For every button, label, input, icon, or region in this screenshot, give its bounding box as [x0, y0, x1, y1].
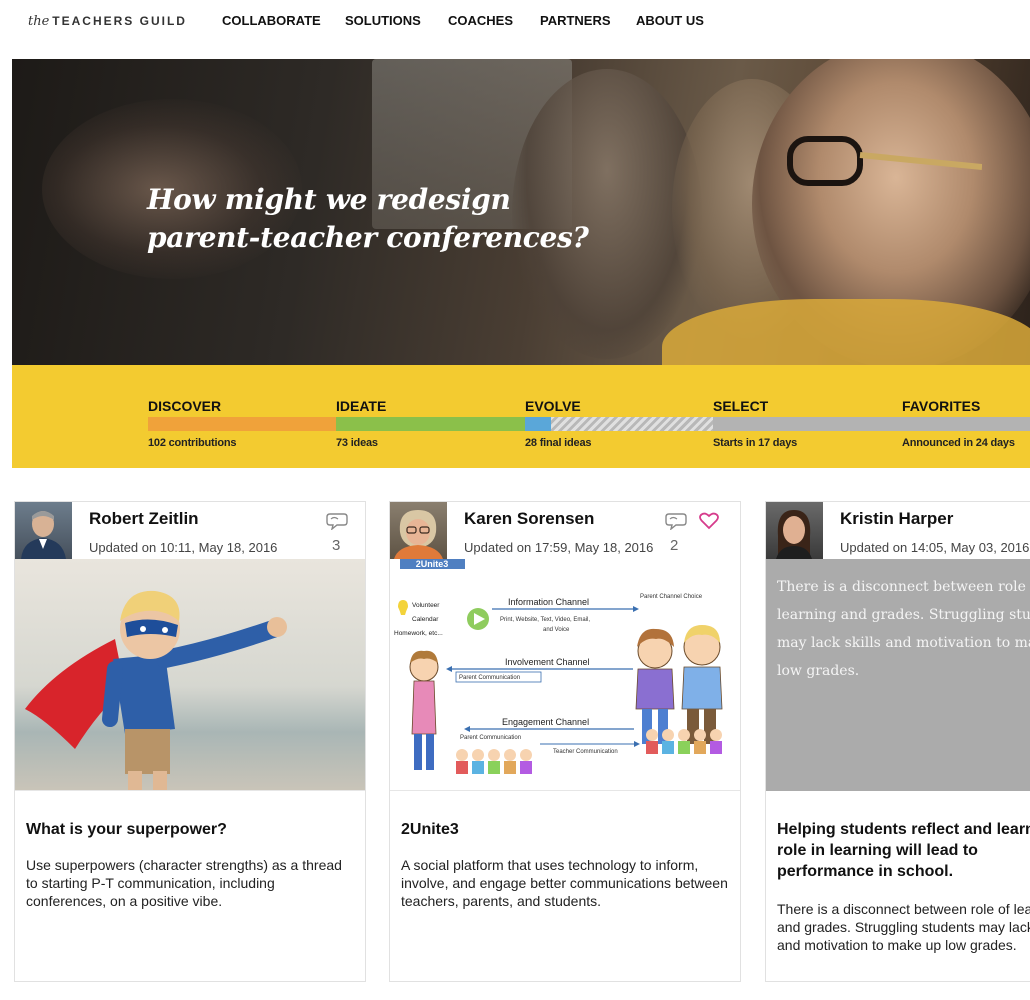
nav-about-us[interactable]: ABOUT US [636, 13, 704, 28]
teacher-figure [409, 650, 439, 770]
phase-favorites-sub: Announced in 24 days [902, 437, 1015, 449]
logo-the: the [28, 14, 50, 29]
nav-collaborate[interactable]: COLLABORATE [222, 13, 321, 28]
preview-text: There is a disconnect between role of le… [777, 579, 1030, 679]
updated-timestamp: Updated on 14:05, May 03, 2016 [840, 540, 1030, 555]
idea-card[interactable]: Kristin Harper Updated on 14:05, May 03,… [765, 501, 1030, 982]
phase-bar-select [713, 417, 902, 431]
phase-bar-favorites [902, 417, 1030, 431]
updated-timestamp: Updated on 17:59, May 18, 2016 [464, 540, 654, 555]
phase-bar-evolve-progress [525, 417, 551, 431]
avatar-portrait-icon [394, 510, 443, 559]
idea-description: A social platform that uses technology t… [401, 857, 728, 909]
parent-choice-label: Parent Channel Choice [640, 594, 703, 600]
phase-discover[interactable]: DISCOVER [148, 398, 221, 414]
glasses-icon [787, 136, 982, 186]
avatar-portrait-icon [776, 510, 812, 559]
hero-title-line2: parent-teacher conferences? [147, 221, 589, 254]
diagram-left-item: Homework, etc... [394, 630, 443, 637]
idea-card[interactable]: Robert Zeitlin Updated on 10:11, May 18,… [14, 501, 366, 982]
phase-select-sub: Starts in 17 days [713, 437, 798, 449]
author-name[interactable]: Karen Sorensen [464, 509, 594, 529]
phase-ideate[interactable]: IDEATE [336, 398, 386, 414]
comment-icon[interactable] [326, 512, 348, 530]
idea-title[interactable]: Helping students reflect and learn their… [777, 819, 1030, 882]
phase-progress: DISCOVER IDEATE EVOLVE SELECT FAVORITES … [12, 365, 1030, 468]
parents-figure [635, 625, 723, 744]
author-name[interactable]: Kristin Harper [840, 509, 953, 529]
engagement-channel-label: Engagement Channel [502, 717, 589, 727]
card-image[interactable] [15, 559, 365, 791]
info-channel-label: Information Channel [508, 597, 589, 607]
phase-evolve[interactable]: EVOLVE [525, 398, 581, 414]
hero-title-line1: How might we redesign [147, 183, 511, 216]
diagram-left-item: Calendar [412, 616, 439, 623]
phase-select[interactable]: SELECT [713, 398, 768, 414]
phase-evolve-sub: 28 final ideas [525, 437, 592, 449]
hero-banner: How might we redesign parent-teacher con… [12, 59, 1030, 365]
lightbulb-icon [398, 600, 408, 615]
hero-photo-shirt [662, 299, 1030, 365]
idea-description: There is a disconnect between role of le… [777, 901, 1030, 953]
phase-bar-evolve [525, 417, 713, 431]
phase-ideate-sub: 73 ideas [336, 437, 378, 449]
phase-favorites[interactable]: FAVORITES [902, 398, 980, 414]
avatar[interactable] [390, 502, 447, 559]
idea-title[interactable]: What is your superpower? [26, 819, 356, 840]
idea-description: Use superpowers (character strengths) as… [26, 857, 342, 909]
2unite3-diagram: 2Unite3 Volunteer Calendar Homework, etc… [394, 559, 723, 774]
diagram-badge: 2Unite3 [416, 559, 449, 569]
superhero-kid-illustration [25, 590, 287, 790]
top-nav: the TEACHERS GUILD COLLABORATE SOLUTIONS … [0, 0, 1030, 44]
info-channel-sub: and Voice [543, 627, 570, 633]
phase-bar-ideate [336, 417, 525, 431]
parent-comm-label: Parent Communication [459, 675, 520, 681]
heart-icon[interactable] [699, 512, 719, 530]
avatar[interactable] [15, 502, 72, 559]
card-image[interactable]: 2Unite3 Volunteer Calendar Homework, etc… [390, 559, 740, 791]
comment-icon[interactable] [665, 512, 687, 530]
comment-count: 2 [670, 537, 679, 554]
logo-name: TEACHERS GUILD [52, 14, 187, 28]
nav-partners[interactable]: PARTNERS [540, 13, 611, 28]
parent-comm-label: Parent Communication [460, 735, 521, 741]
phase-bar-discover [148, 417, 336, 431]
avatar[interactable] [766, 502, 823, 559]
idea-card[interactable]: Karen Sorensen Updated on 17:59, May 18,… [389, 501, 741, 982]
avatar-portrait-icon [21, 511, 66, 559]
author-name[interactable]: Robert Zeitlin [89, 509, 199, 529]
comment-count: 3 [332, 537, 341, 554]
teacher-comm-label: Teacher Communication [553, 749, 618, 755]
hero-title: How might we redesign parent-teacher con… [147, 181, 589, 257]
nav-coaches[interactable]: COACHES [448, 13, 513, 28]
nav-solutions[interactable]: SOLUTIONS [345, 13, 421, 28]
idea-title[interactable]: 2Unite3 [401, 819, 731, 840]
diagram-left-item: Volunteer [412, 602, 440, 609]
involvement-channel-label: Involvement Channel [505, 657, 590, 667]
info-channel-sub: Print, Website, Text, Video, Email, [500, 617, 590, 623]
phase-discover-sub: 102 contributions [148, 437, 237, 449]
updated-timestamp: Updated on 10:11, May 18, 2016 [89, 540, 278, 555]
card-text-preview[interactable]: There is a disconnect between role of le… [766, 559, 1030, 791]
site-logo[interactable]: the TEACHERS GUILD [28, 13, 187, 29]
